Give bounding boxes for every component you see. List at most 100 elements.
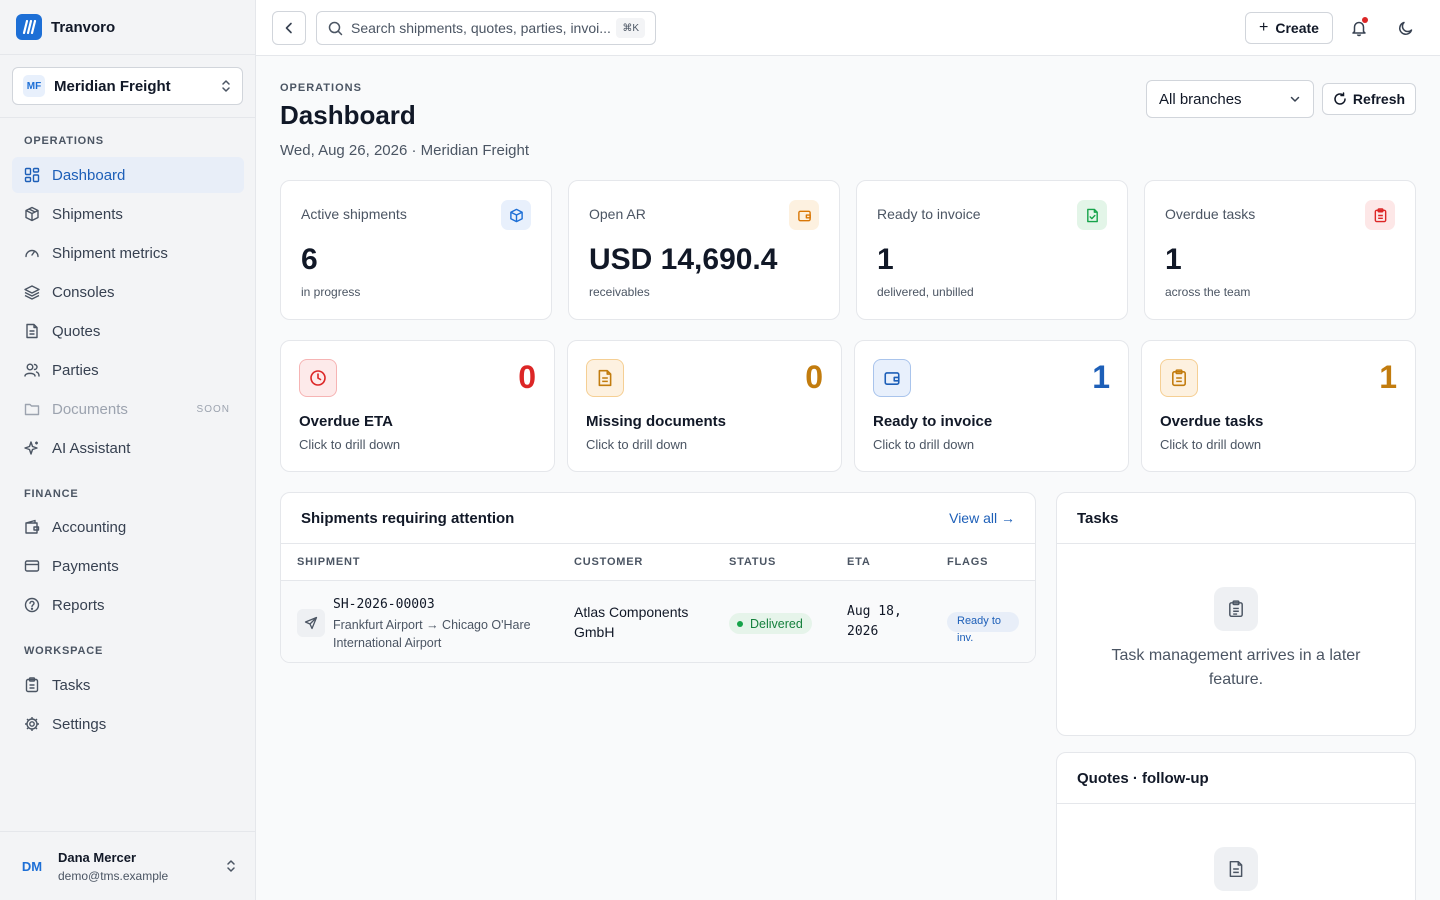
attention-title: Shipments requiring attention	[301, 509, 515, 527]
clock-icon	[299, 359, 337, 397]
org-badge: MF	[23, 75, 45, 97]
sidebar-item-label: Consoles	[52, 283, 115, 301]
drilldown-card-missing-documents[interactable]: 0 Missing documents Click to drill down	[567, 340, 842, 472]
view-all-link[interactable]: View all →	[949, 510, 1015, 526]
nav-section-workspace: WORKSPACE	[24, 645, 104, 657]
moon-icon	[1397, 19, 1415, 37]
sidebar-item-label: AI Assistant	[52, 439, 131, 457]
kpi-sub: delivered, unbilled	[877, 285, 974, 299]
shipment-id[interactable]: SH-2026-00003	[333, 597, 435, 612]
status-badge: Delivered	[729, 613, 812, 634]
shipment-route: Frankfurt Airport → Chicago O'Hare Inter…	[333, 618, 531, 650]
drilldown-hint: Click to drill down	[299, 437, 401, 452]
wallet-icon	[789, 200, 819, 230]
search-placeholder: Search shipments, quotes, parties, invoi…	[351, 20, 611, 36]
sidebar-item-label: Quotes	[52, 322, 101, 340]
search-icon	[328, 21, 343, 36]
sidebar-item-quotes[interactable]: Quotes	[12, 313, 244, 349]
status-dot	[737, 620, 743, 627]
sidebar-item-tasks[interactable]: Tasks	[12, 667, 244, 703]
sidebar-item-label: Reports	[52, 596, 105, 614]
drilldown-count: 1	[1092, 359, 1110, 395]
kpi-value: 1	[1165, 243, 1182, 276]
collapse-sidebar-button[interactable]	[272, 11, 306, 45]
soon-badge: SOON	[196, 403, 230, 415]
column-header-eta: ETA	[847, 556, 871, 568]
page-eyebrow: OPERATIONS	[280, 82, 362, 94]
sidebar-item-payments[interactable]: Payments	[12, 548, 244, 584]
sidebar-item-label: Shipments	[52, 205, 123, 223]
drilldown-title: Overdue ETA	[299, 413, 393, 430]
plane-icon	[297, 609, 325, 637]
status-label: Delivered	[750, 616, 803, 631]
sidebar-item-reports[interactable]: Reports	[12, 587, 244, 623]
page-subtitle: Wed, Aug 26, 2026 · Meridian Freight	[280, 142, 530, 159]
search-input[interactable]: Search shipments, quotes, parties, invoi…	[316, 11, 656, 45]
sidebar-item-label: Accounting	[52, 518, 127, 536]
chevrons-updown-icon	[225, 858, 237, 874]
sidebar-item-dashboard[interactable]: Dashboard	[12, 157, 244, 193]
sidebar-item-consoles[interactable]: Consoles	[12, 274, 244, 310]
plus-icon: +	[1259, 19, 1269, 36]
credit-card-icon	[24, 558, 40, 574]
nav-section-operations: OPERATIONS	[24, 135, 104, 147]
kpi-label: Ready to invoice	[877, 206, 981, 222]
notifications-button[interactable]	[1345, 14, 1373, 42]
drilldown-title: Ready to invoice	[873, 413, 993, 430]
chevron-down-icon	[1289, 93, 1301, 105]
refresh-icon	[1333, 92, 1347, 106]
topbar: Search shipments, quotes, parties, invoi…	[256, 0, 1440, 56]
drilldown-card-overdue-tasks[interactable]: 1 Overdue tasks Click to drill down	[1141, 340, 1416, 472]
drilldown-count: 1	[1379, 359, 1397, 395]
column-header-status: STATUS	[729, 556, 777, 568]
sidebar-item-label: Shipment metrics	[52, 244, 168, 262]
sidebar-item-shipment-metrics[interactable]: Shipment metrics	[12, 235, 244, 271]
kpi-sub: in progress	[301, 285, 361, 299]
theme-toggle-button[interactable]	[1392, 14, 1420, 42]
drilldown-card-overdue-eta[interactable]: 0 Overdue ETA Click to drill down	[280, 340, 555, 472]
help-circle-icon	[24, 597, 40, 613]
clipboard-icon	[1214, 587, 1258, 631]
main-content: OPERATIONS Dashboard Wed, Aug 26, 2026 ·…	[256, 56, 1440, 900]
page-title: Dashboard	[280, 100, 416, 130]
org-switcher[interactable]: MF Meridian Freight	[12, 67, 243, 105]
kpi-sub: receivables	[589, 285, 650, 299]
notification-dot	[1362, 17, 1368, 23]
sidebar-item-accounting[interactable]: Accounting	[12, 509, 244, 545]
sidebar: Tranvoro MF Meridian Freight OPERATIONS …	[0, 0, 256, 900]
gear-icon	[24, 716, 40, 732]
package-icon	[501, 200, 531, 230]
tasks-empty-message: Task management arrives in a later featu…	[1111, 647, 1361, 688]
clipboard-icon	[24, 677, 40, 693]
create-button-label: Create	[1275, 20, 1319, 36]
file-check-icon	[1077, 200, 1107, 230]
drilldown-hint: Click to drill down	[1160, 437, 1262, 452]
brand[interactable]: Tranvoro	[0, 0, 255, 55]
sidebar-item-settings[interactable]: Settings	[12, 706, 244, 742]
attention-table-card: Shipments requiring attention View all →…	[280, 492, 1036, 663]
column-header-customer: CUSTOMER	[574, 556, 644, 568]
clipboard-icon	[1365, 200, 1395, 230]
brand-logo-icon	[16, 14, 42, 40]
sidebar-item-label: Payments	[52, 557, 119, 575]
refresh-button[interactable]: Refresh	[1322, 83, 1416, 115]
kpi-value: 6	[301, 243, 318, 276]
table-row[interactable]: SH-2026-00003 Frankfurt Airport → Chicag…	[281, 581, 1035, 662]
sidebar-item-parties[interactable]: Parties	[12, 352, 244, 388]
kpi-card-active-shipments: Active shipments 6 in progress	[280, 180, 552, 320]
chevrons-updown-icon	[220, 78, 232, 94]
drilldown-count: 0	[518, 359, 536, 395]
sidebar-item-ai-assistant[interactable]: AI Assistant	[12, 430, 244, 466]
sparkles-icon	[24, 440, 40, 456]
wallet-icon	[24, 519, 40, 535]
drilldown-card-ready-to-invoice[interactable]: 1 Ready to invoice Click to drill down	[854, 340, 1129, 472]
branch-filter-select[interactable]: All branches	[1146, 80, 1314, 118]
kpi-card-ready-to-invoice: Ready to invoice 1 delivered, unbilled	[856, 180, 1128, 320]
column-header-shipment: SHIPMENT	[297, 556, 361, 568]
sidebar-item-shipments[interactable]: Shipments	[12, 196, 244, 232]
tasks-title: Tasks	[1057, 493, 1415, 544]
brand-name: Tranvoro	[51, 18, 116, 36]
create-button[interactable]: + Create	[1245, 12, 1333, 44]
wallet-icon	[873, 359, 911, 397]
user-menu[interactable]: DM Dana Mercer demo@tms.example	[0, 831, 255, 900]
